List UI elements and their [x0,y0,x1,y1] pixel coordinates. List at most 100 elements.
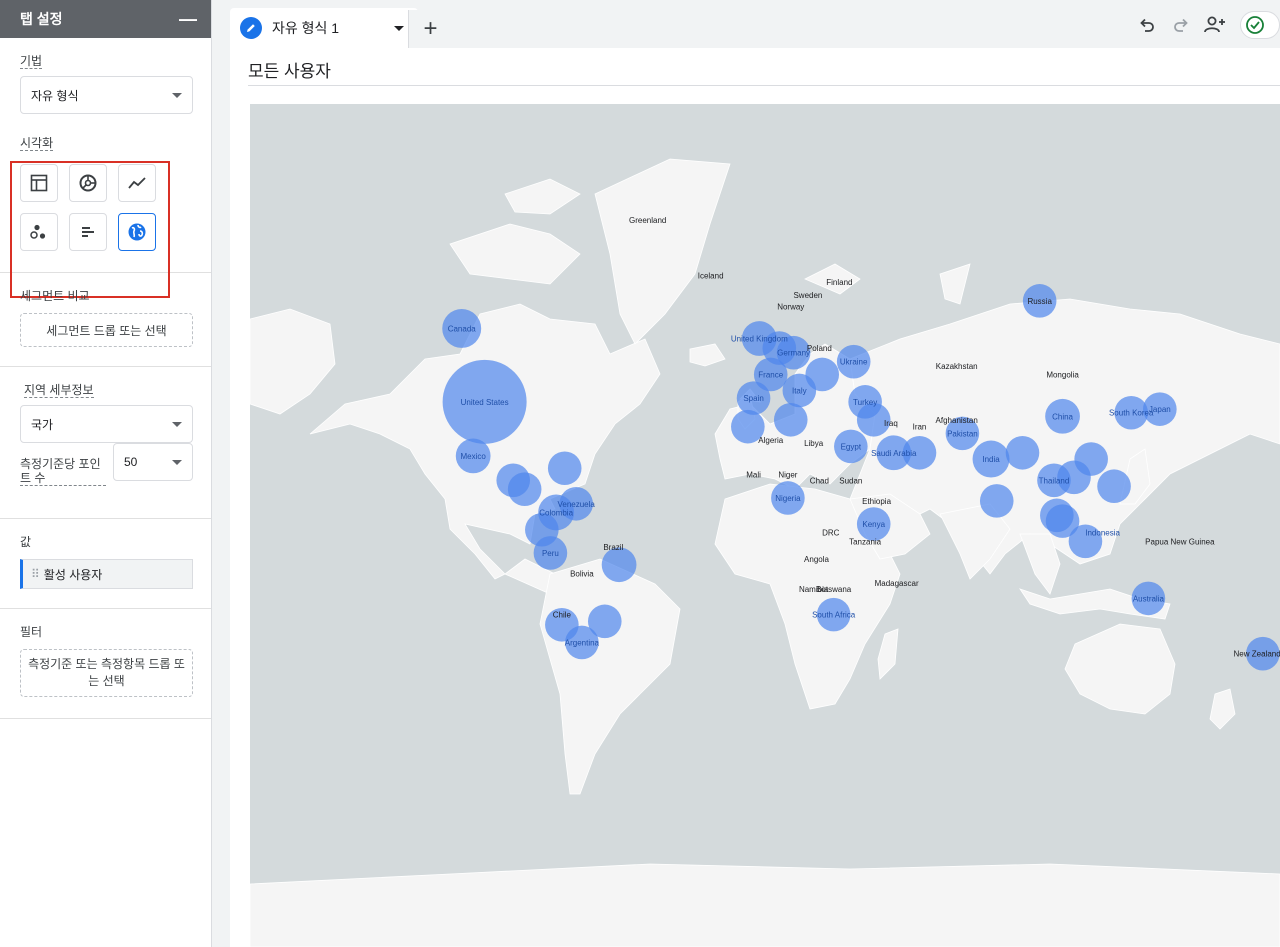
land-madagascar [877,628,899,680]
map-label-iceland: Iceland [698,271,724,280]
pencil-icon [240,17,262,39]
map-label-south-korea: South Korea [1109,409,1154,418]
bubble-bangladesh[interactable] [1005,435,1040,470]
map-label-venezuela: Venezuela [557,500,595,509]
filter-section: 필터 측정기준 또는 측정항목 드롭 또는 선택 [0,609,211,719]
map-label-egypt: Egypt [841,442,862,451]
region-detail-dropdown[interactable]: 국가 [20,405,193,443]
redo-button[interactable] [1164,10,1198,40]
map-label-china: China [1052,412,1073,421]
map-label-thailand: Thailand [1039,476,1070,485]
map-label-turkey: Turkey [853,398,877,407]
points-per-metric-dropdown[interactable]: 50 [113,443,193,481]
bubble-tunisia[interactable] [773,402,808,437]
segment-drop-zone[interactable]: 세그먼트 드롭 또는 선택 [20,313,193,347]
world-map-svg[interactable]: Greenland Iceland Finland Sweden Norway Russi… [250,104,1280,947]
map-label-spain: Spain [743,394,763,403]
status-check-button[interactable] [1240,11,1280,39]
value-chip-label: 활성 사용자 [43,567,103,582]
land-greenland [594,158,731,345]
bubble-philippines[interactable] [1097,469,1131,504]
map-label-saudi-arabia: Saudi Arabia [871,449,917,458]
map-label-iraq: Iraq [884,419,898,428]
canvas-title[interactable]: 모든 사용자 [248,62,331,81]
map-label-mali: Mali [746,470,761,479]
map-label-iran: Iran [913,423,927,432]
add-person-icon [1204,16,1225,33]
drag-handle-icon[interactable]: ⠿ [31,567,40,581]
map-label-chad: Chad [810,476,829,485]
bubble-hong-kong[interactable] [1074,442,1108,476]
donut-chart-icon [79,174,97,192]
land-alaska [250,308,336,415]
map-label-drc: DRC [822,529,840,538]
add-tab-button[interactable]: + [408,10,452,48]
segment-compare-section: 세그먼트 비교 세그먼트 드롭 또는 선택 [0,273,211,367]
tab-freeform-1[interactable]: 자유 형식 1 [230,8,418,48]
map-label-libya: Libya [804,439,824,448]
redo-icon [1174,18,1188,32]
visualization-grid [20,164,193,251]
share-button[interactable] [1198,10,1232,40]
map-label-finland: Finland [826,278,852,287]
map-label-norway: Norway [777,303,804,312]
scatter-chart-icon [30,224,46,239]
region-detail-label: 지역 세부정보 [24,383,94,398]
map-label-botswana: Botswana [816,585,852,594]
land-new-zealand [1209,688,1236,730]
map-label-canada: Canada [448,324,477,333]
values-section: 값 ⠿ 활성 사용자 [0,519,211,609]
geo-map-icon [128,223,146,241]
bubble-central-america-2[interactable] [507,472,542,506]
bar-chart-icon [82,227,94,237]
map-label-nigeria: Nigeria [775,494,801,503]
map-label-chile: Chile [553,611,572,620]
points-row: 측정기준당 포인트 수 50 [20,443,193,486]
bubble-brazil[interactable] [601,547,637,583]
values-label: 값 [20,535,32,549]
viz-scatter-button[interactable] [20,213,58,251]
viz-table-button[interactable] [20,164,58,202]
map-label-kazakhstan: Kazakhstan [936,362,978,371]
tab-settings-panel: 탭 설정 — 기법 자유 형식 시각화 세그먼트 비교 세그먼트 드롭 또는 선… [0,0,212,947]
filter-drop-zone[interactable]: 측정기준 또는 측정항목 드롭 또는 선택 [20,649,193,697]
chevron-down-icon [172,92,182,98]
visualization-label: 시각화 [20,136,54,151]
map-label-colombia: Colombia [539,508,573,517]
value-chip-active-users[interactable]: ⠿ 활성 사용자 [20,559,193,589]
land-layer [250,158,1280,947]
bubble-caribbean[interactable] [547,451,582,486]
technique-label: 기법 [20,54,43,69]
bubble-sri-lanka[interactable] [979,484,1014,518]
map-label-greenland: Greenland [629,216,666,225]
map-label-brazil: Brazil [603,543,623,552]
filter-label: 필터 [20,625,43,639]
viz-donut-button[interactable] [69,164,107,202]
map-label-madagascar: Madagascar [875,579,919,588]
viz-geo-map-button[interactable] [118,213,156,251]
map-label-italy: Italy [792,386,807,395]
viz-line-button[interactable] [118,164,156,202]
map-label-argentina: Argentina [565,638,600,647]
region-section: 지역 세부정보 국가 측정기준당 포인트 수 50 [0,367,211,519]
table-icon [30,174,48,192]
tab-bar: 자유 형식 1 + [212,0,1280,48]
canvas-content: 모든 사용자 Greenland Iceland Finland Sweden … [230,48,1280,947]
technique-dropdown[interactable]: 자유 형식 [20,76,193,114]
map-label-india: India [982,455,1000,464]
line-chart-icon [128,177,146,189]
geo-map[interactable]: Greenland Iceland Finland Sweden Norway Russi… [250,104,1280,947]
viz-bar-button[interactable] [69,213,107,251]
map-label-papua-new-guinea: Papua New Guinea [1145,537,1215,546]
undo-button[interactable] [1130,10,1164,40]
technique-and-viz-section: 기법 자유 형식 시각화 [0,38,211,298]
region-detail-value: 국가 [31,417,54,432]
map-label-japan: Japan [1149,405,1171,414]
chevron-down-icon[interactable] [394,25,404,31]
map-label-pakistan: Pakistan [947,429,978,438]
map-label-algeria: Algeria [758,436,783,445]
check-circle-icon [1246,16,1264,34]
collapse-panel-button[interactable]: — [179,9,197,30]
map-label-angola: Angola [804,555,829,564]
map-label-niger: Niger [778,470,797,479]
